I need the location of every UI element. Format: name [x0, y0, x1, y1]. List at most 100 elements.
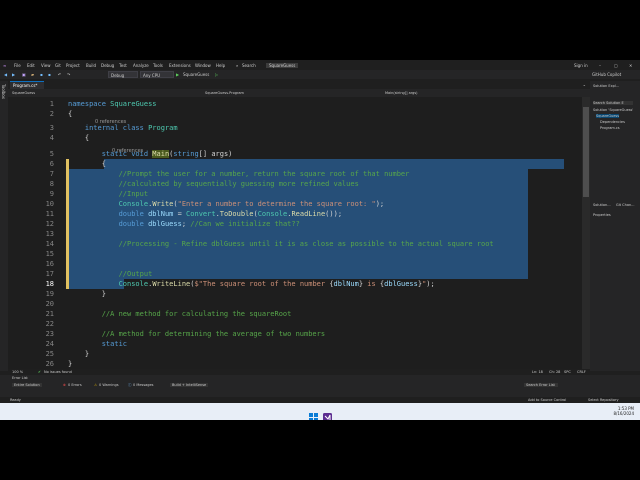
code-line[interactable]: 25 }	[8, 349, 582, 359]
errors-filter-button[interactable]: 0 Errors	[68, 383, 82, 387]
line-ending[interactable]: CRLF	[577, 370, 586, 374]
menu-edit[interactable]: Edit	[27, 63, 35, 68]
solution-search-input[interactable]: Search Solution E	[593, 101, 633, 105]
menu-tools[interactable]: Tools	[153, 63, 163, 68]
redo-icon[interactable]: ↷	[67, 71, 70, 78]
code-text[interactable]: }	[68, 349, 89, 359]
code-text[interactable]: //calculated by sequentially guessing mo…	[68, 179, 359, 189]
code-text[interactable]: }	[68, 359, 72, 369]
copilot-button[interactable]: GitHub Copilot	[592, 71, 621, 78]
code-line[interactable]: 7 //Prompt the user for a number, return…	[8, 169, 582, 179]
menu-help[interactable]: Help	[216, 63, 225, 68]
code-line[interactable]: 23 //A method for determining the averag…	[8, 329, 582, 339]
code-text[interactable]: {	[68, 109, 72, 119]
save-icon[interactable]: ▪	[40, 71, 43, 78]
new-item-icon[interactable]: ▣	[22, 71, 26, 78]
tree-item-program-cs[interactable]: Program.cs	[600, 126, 620, 130]
code-line[interactable]: 19 }	[8, 289, 582, 299]
menu-window[interactable]: Window	[195, 63, 211, 68]
add-to-source-control-button[interactable]: Add to Source Control	[528, 398, 566, 402]
tree-item-solution[interactable]: Solution 'SquareGuess'	[593, 108, 633, 112]
code-text[interactable]: {	[68, 133, 89, 143]
configuration-dropdown[interactable]: Debug	[108, 71, 138, 78]
menu-debug[interactable]: Debug	[101, 63, 114, 68]
save-all-icon[interactable]: ▪	[48, 71, 51, 78]
menu-project[interactable]: Project	[66, 63, 80, 68]
tab-program-cs[interactable]: Program.cs* ✕	[10, 81, 44, 96]
tree-item-project[interactable]: SquareGuess	[596, 114, 620, 118]
code-text[interactable]: //Input	[68, 189, 149, 199]
start-icon[interactable]: ▶	[176, 71, 179, 78]
code-line[interactable]: 15	[8, 249, 582, 259]
issues-status[interactable]: No issues found	[44, 370, 72, 374]
code-text[interactable]: internal class Program	[68, 123, 178, 133]
code-text[interactable]: double dblGuess; //Can we initialize tha…	[68, 219, 300, 229]
menu-view[interactable]: View	[41, 63, 51, 68]
menu-analyze[interactable]: Analyze	[133, 63, 149, 68]
nav-project-dropdown[interactable]: SquareGuess	[12, 91, 35, 95]
toolbox-tab[interactable]: Toolbox	[1, 84, 6, 99]
search-button[interactable]: Search	[242, 63, 256, 68]
code-line[interactable]: 6 {	[8, 159, 582, 169]
code-line[interactable]: 20	[8, 299, 582, 309]
code-line[interactable]: 26}	[8, 359, 582, 369]
select-repository-button[interactable]: Select Repository	[588, 398, 619, 402]
editor-vertical-scrollbar[interactable]	[582, 97, 590, 369]
menu-file[interactable]: File	[14, 63, 21, 68]
code-editor[interactable]: 0 references 0 references 1 namespace Squ…	[8, 97, 582, 369]
code-line[interactable]: 16	[8, 259, 582, 269]
zoom-level[interactable]: 100 %	[12, 370, 23, 374]
menu-build[interactable]: Build	[86, 63, 96, 68]
code-line[interactable]: 13	[8, 229, 582, 239]
code-line[interactable]: 14 //Processing - Refine dblGuess until …	[8, 239, 582, 249]
minimize-icon[interactable]: –	[599, 63, 601, 68]
tree-item-dependencies[interactable]: Dependencies	[600, 120, 625, 124]
build-filter-dropdown[interactable]: Build + IntelliSense	[170, 383, 209, 387]
code-line[interactable]: 12 double dblGuess; //Can we initialize …	[8, 219, 582, 229]
start-without-debugging-icon[interactable]: ▷	[215, 71, 218, 78]
code-line[interactable]: 3 internal class Program	[8, 123, 582, 133]
code-line[interactable]: 24 static	[8, 339, 582, 349]
forward-icon[interactable]: ▶	[12, 71, 15, 78]
tab-overflow-icon[interactable]: ⌄	[583, 82, 586, 87]
maximize-icon[interactable]: ▢	[614, 63, 618, 68]
menu-extensions[interactable]: Extensions	[169, 63, 191, 68]
code-text[interactable]: //Prompt the user for a number, return t…	[68, 169, 410, 179]
code-line[interactable]: 8 //calculated by sequentially guessing …	[8, 179, 582, 189]
code-line[interactable]: 10 Console.Write("Enter a number to dete…	[8, 199, 582, 209]
code-text[interactable]: Console.WriteLine($"The square root of t…	[68, 279, 435, 289]
close-icon[interactable]: ✕	[629, 63, 632, 68]
code-line[interactable]: 22	[8, 319, 582, 329]
code-line[interactable]: 2{	[8, 109, 582, 119]
undo-icon[interactable]: ↶	[58, 71, 61, 78]
back-icon[interactable]: ◀	[4, 71, 7, 78]
code-text[interactable]: {	[68, 159, 106, 169]
code-line[interactable]: 18 Console.WriteLine($"The square root o…	[8, 279, 582, 289]
code-line[interactable]: 4 {	[8, 133, 582, 143]
search-icon[interactable]: ⌕	[236, 63, 238, 68]
code-text[interactable]: static void Main(string[] args)	[68, 149, 232, 159]
messages-filter-button[interactable]: 0 Messages	[133, 383, 154, 387]
code-text[interactable]: static	[68, 339, 127, 349]
code-text[interactable]: namespace SquareGuess	[68, 99, 157, 109]
tab-git-changes[interactable]: Git Chan...	[616, 203, 635, 207]
platform-dropdown[interactable]: Any CPU	[140, 71, 174, 78]
menu-git[interactable]: Git	[55, 63, 61, 68]
nav-member-dropdown[interactable]: Main(string[] args)	[385, 91, 418, 95]
start-project-button[interactable]: SquareGuess	[183, 71, 209, 78]
open-folder-icon[interactable]: ▰	[31, 71, 34, 78]
error-list-search-input[interactable]: Search Error List	[524, 383, 558, 387]
code-text[interactable]: //A new method for calculating the squar…	[68, 309, 292, 319]
indent-mode[interactable]: SPC	[564, 370, 571, 374]
code-text[interactable]: //A method for determining the average o…	[68, 329, 325, 339]
tab-solution-explorer[interactable]: Solution...	[593, 203, 611, 207]
visual-studio-icon[interactable]	[323, 407, 332, 420]
scrollbar-thumb[interactable]	[583, 107, 589, 197]
code-text[interactable]: }	[68, 289, 106, 299]
windows-start-icon[interactable]	[309, 407, 318, 420]
code-line[interactable]: 9 //Input	[8, 189, 582, 199]
code-text[interactable]: Console.Write("Enter a number to determi…	[68, 199, 385, 209]
taskbar-clock[interactable]: 1:53 PM 8/16/2024	[613, 406, 634, 416]
nav-class-dropdown[interactable]: SquareGuess.Program	[205, 91, 244, 95]
error-scope-dropdown[interactable]: Entire Solution	[12, 383, 42, 387]
